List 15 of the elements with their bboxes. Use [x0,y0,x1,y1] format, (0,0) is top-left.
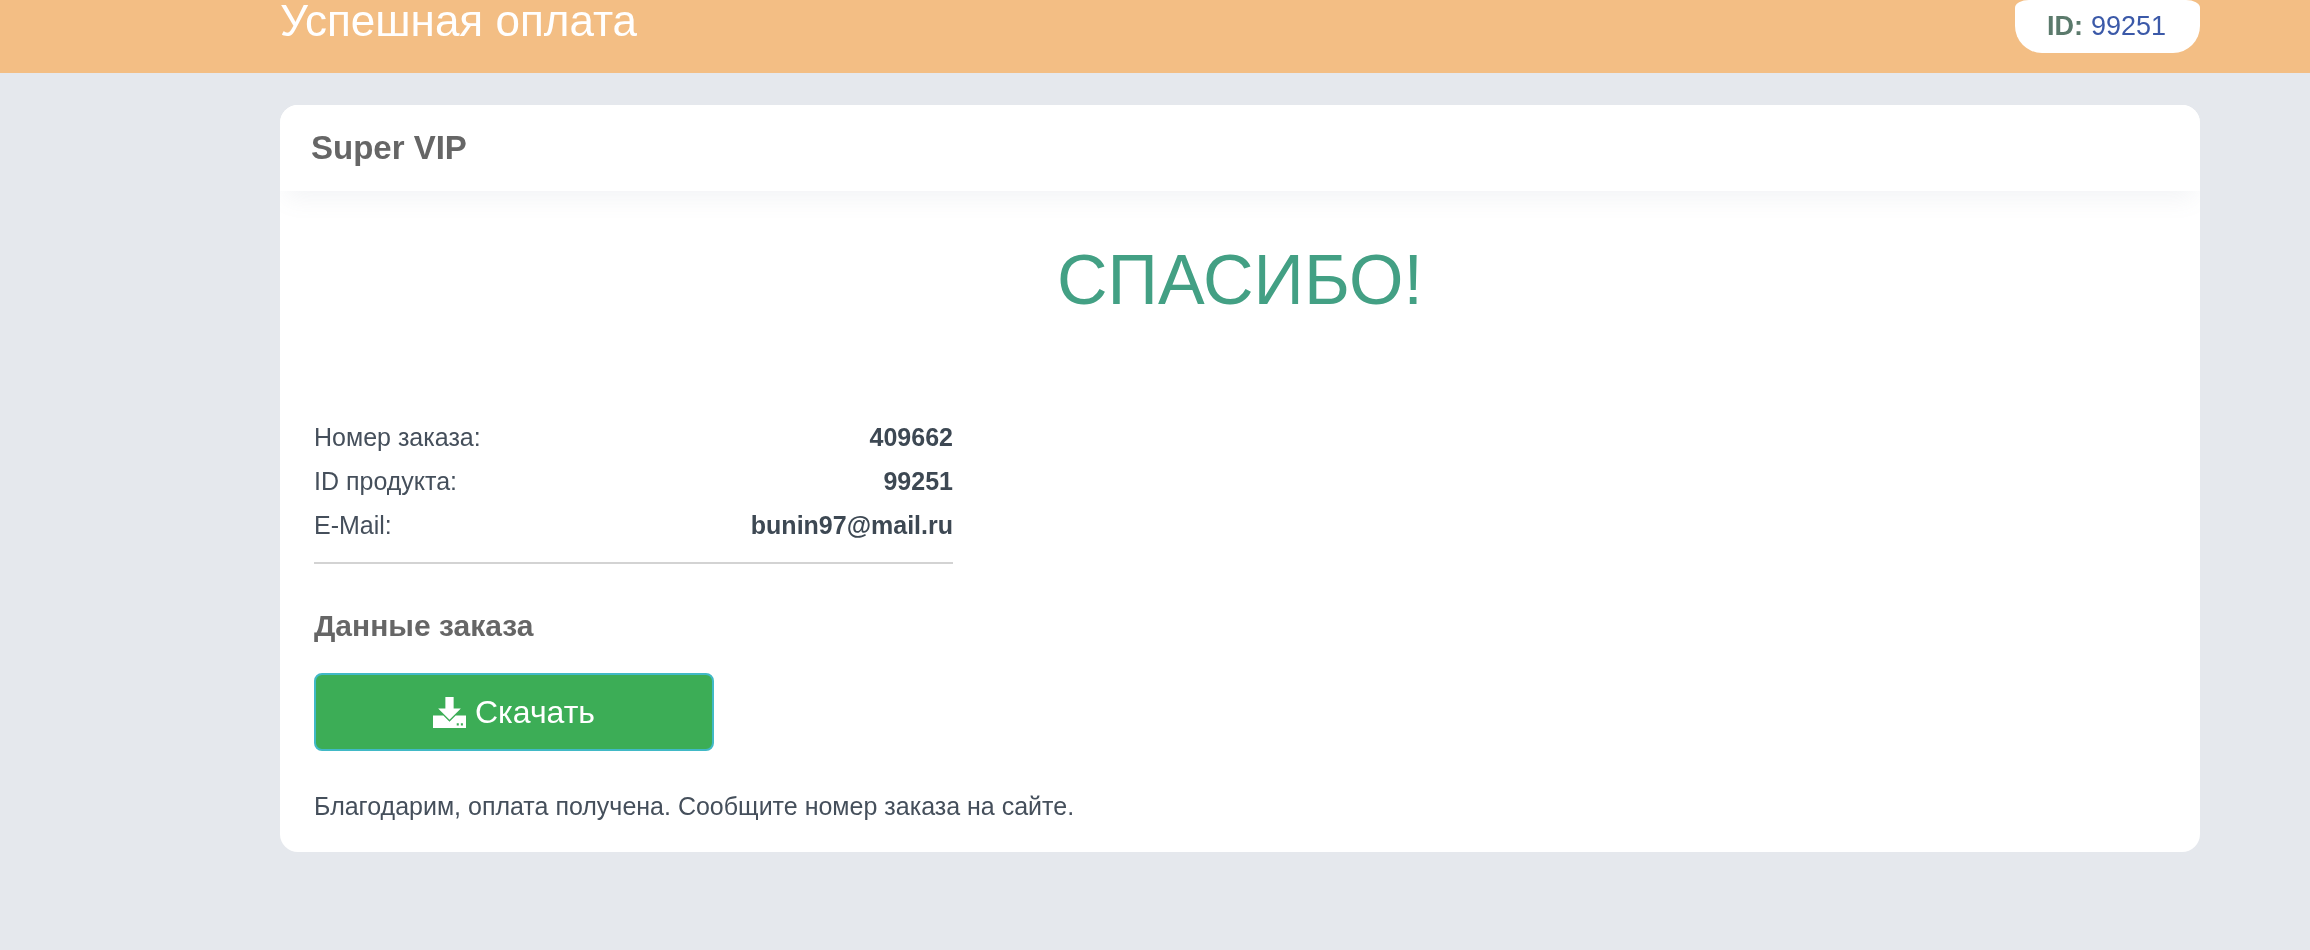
detail-label: Номер заказа: [314,422,481,453]
detail-value: 409662 [869,422,953,453]
detail-label: ID продукта: [314,466,458,497]
download-icon [433,696,466,728]
page-title: Успешная оплата [280,0,638,42]
note-text: Благодарим, оплата получена. Сообщите номер заказа на сайте. [314,791,1076,821]
download-button[interactable]: Скачать [314,673,714,751]
detail-value: bunin97@mail.ru [750,510,953,541]
detail-label: E-Mail: [314,510,392,541]
id-value: 99251 [2090,11,2166,42]
section-title: Данные заказа [314,608,535,644]
id-label: ID: [2046,11,2083,42]
thank-you-heading: СПАСИБО! [1056,245,1424,315]
detail-value: 99251 [883,466,953,497]
card-title: Super VIP [311,129,467,167]
